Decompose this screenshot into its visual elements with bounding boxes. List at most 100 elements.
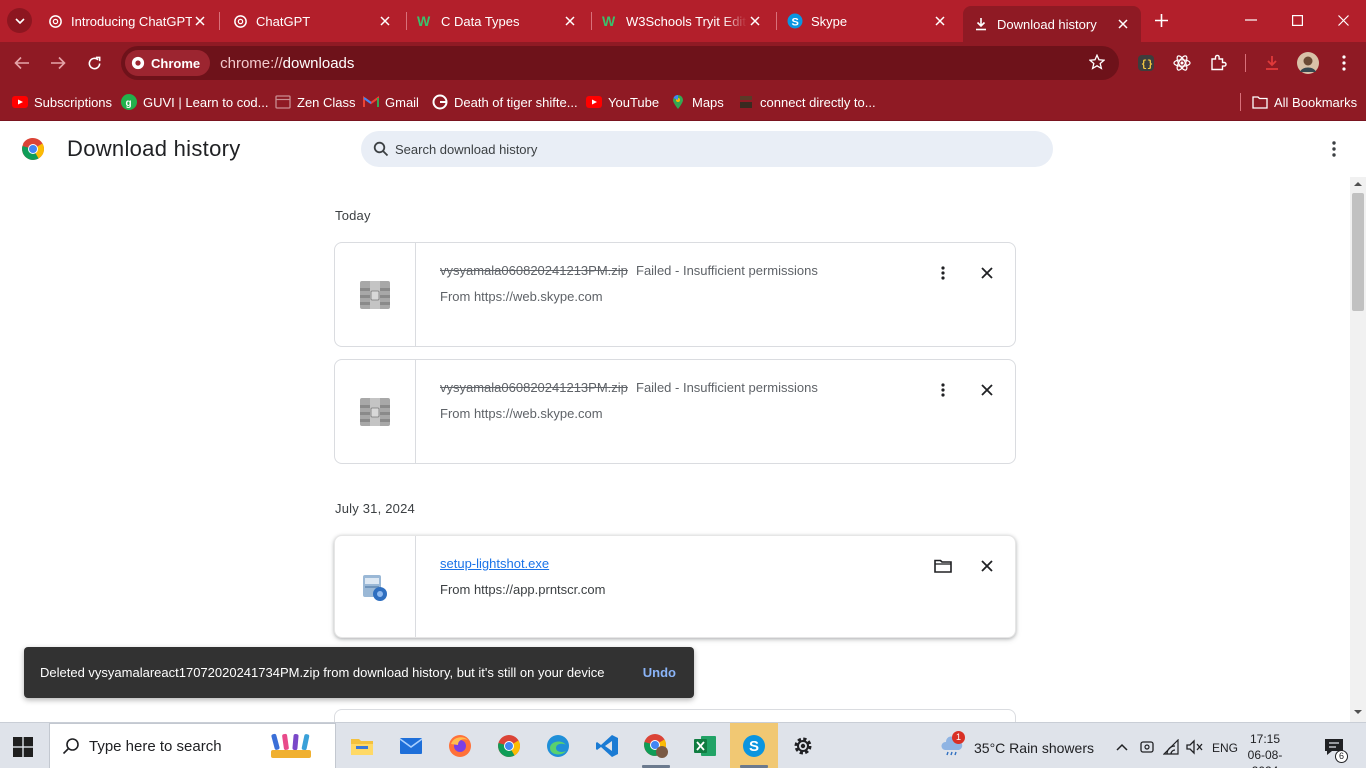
search-input[interactable] (395, 141, 995, 157)
extension-react-button[interactable] (1172, 53, 1192, 73)
search-download-history[interactable] (361, 131, 1053, 167)
taskbar-file-explorer[interactable] (338, 723, 386, 768)
taskbar-vscode[interactable] (583, 723, 631, 768)
bookmark-star-button[interactable] (1088, 53, 1106, 75)
mail-icon (399, 738, 423, 754)
tab-download-history[interactable]: Download history (963, 6, 1141, 42)
taskbar-search[interactable]: Type here to search (49, 723, 336, 768)
new-tab-button[interactable] (1152, 11, 1170, 29)
remove-from-list-button[interactable] (977, 263, 997, 283)
scroll-up-arrow-icon[interactable] (1353, 181, 1363, 187)
bookmark-gmail[interactable]: Gmail (363, 92, 419, 112)
item-more-actions-button[interactable] (933, 380, 953, 400)
chevron-down-icon (14, 17, 25, 24)
bookmark-death-of-tiger[interactable]: Death of tiger shifte... (432, 92, 578, 112)
bookmark-label: Death of tiger shifte... (454, 94, 578, 110)
tab-introducing-chatgpt[interactable]: Introducing ChatGPT (30, 0, 218, 42)
site-info-chip[interactable]: Chrome (125, 50, 211, 76)
extension-json-button[interactable]: {} (1136, 53, 1156, 73)
youtube-icon (586, 94, 602, 110)
bookmark-maps[interactable]: Maps (670, 92, 724, 112)
tab-chatgpt[interactable]: ChatGPT (215, 0, 403, 42)
taskbar-excel[interactable] (681, 723, 729, 768)
minimize-button[interactable] (1238, 8, 1264, 32)
chrome-menu-button[interactable] (1334, 53, 1354, 73)
forward-button[interactable] (47, 52, 69, 74)
close-tab-icon[interactable] (932, 13, 948, 29)
page-more-actions-button[interactable] (1325, 140, 1343, 158)
file-name-link[interactable]: setup-lightshot.exe (440, 556, 549, 571)
excel-icon (694, 736, 716, 756)
volume-muted-icon[interactable] (1186, 739, 1204, 755)
bookmark-subscriptions[interactable]: Subscriptions (12, 92, 112, 112)
taskbar-skype[interactable]: S (730, 723, 778, 768)
all-bookmarks-button[interactable]: All Bookmarks (1252, 92, 1357, 112)
chrome-icon (498, 735, 520, 757)
back-button[interactable] (11, 52, 33, 74)
file-icon-column (335, 243, 416, 346)
svg-text:{}: {} (1141, 59, 1153, 71)
clock[interactable]: 17:15 06-08-2024 (1238, 731, 1292, 768)
toast-message: Deleted vysyamalareact17072020241734PM.z… (40, 665, 605, 680)
taskbar-mail[interactable] (387, 723, 435, 768)
close-window-button[interactable] (1330, 8, 1356, 32)
page-icon (738, 94, 754, 110)
tab-skype[interactable]: S Skype (770, 0, 958, 42)
close-tab-icon[interactable] (1115, 16, 1131, 32)
bookmark-zen-class[interactable]: Zen Class (275, 92, 356, 112)
tab-c-data-types[interactable]: W C Data Types (400, 0, 588, 42)
bookmark-youtube[interactable]: YouTube (586, 92, 659, 112)
bookmark-label: Zen Class (297, 94, 356, 110)
tab-title: W3Schools Tryit Editor (626, 13, 747, 29)
archive-file-icon (360, 280, 390, 309)
bookmark-label: Gmail (385, 94, 419, 110)
remove-from-list-button[interactable] (977, 380, 997, 400)
close-tab-icon[interactable] (747, 13, 763, 29)
taskbar-edge[interactable] (534, 723, 582, 768)
address-bar[interactable]: Chrome chrome://downloads (121, 46, 1119, 80)
profile-avatar-button[interactable] (1297, 52, 1319, 74)
arrow-left-icon (14, 56, 29, 70)
plus-icon (1154, 13, 1168, 27)
weather-badge: 1 (952, 731, 965, 744)
show-in-folder-button[interactable] (933, 556, 953, 576)
download-status: Failed - Insufficient permissions (636, 263, 818, 278)
taskbar-firefox[interactable] (436, 723, 484, 768)
undo-button[interactable]: Undo (643, 665, 676, 680)
maximize-icon (1291, 14, 1303, 26)
puzzle-icon (1211, 54, 1227, 71)
language-indicator[interactable]: ENG (1212, 741, 1238, 755)
taskbar-chrome-profile[interactable] (632, 723, 680, 768)
remove-from-list-button[interactable] (977, 556, 997, 576)
extensions-button[interactable] (1208, 53, 1228, 73)
taskbar-chrome[interactable] (485, 723, 533, 768)
taskbar-settings[interactable] (779, 723, 827, 768)
tab-search-button[interactable] (7, 8, 32, 33)
weather-text[interactable]: 35°C Rain showers (974, 740, 1094, 756)
folder-icon (351, 739, 373, 755)
bookmark-separator (1240, 93, 1241, 111)
reload-button[interactable] (83, 52, 105, 74)
tab-title: ChatGPT (256, 13, 311, 29)
chevron-up-icon[interactable] (1116, 743, 1128, 751)
bookmark-connect-directly[interactable]: connect directly to... (738, 92, 876, 112)
close-tab-icon[interactable] (562, 13, 578, 29)
search-highlight-paintbrush-icon (271, 733, 311, 758)
windows-start-icon[interactable] (13, 737, 33, 757)
bookmark-label: connect directly to... (760, 94, 876, 110)
meet-now-icon[interactable] (1139, 739, 1155, 755)
edge-icon (547, 735, 569, 757)
tab-w3schools-tryit[interactable]: W W3Schools Tryit Editor (585, 0, 773, 42)
bookmark-guvi[interactable]: g GUVI | Learn to cod... (121, 92, 269, 112)
downloads-button[interactable] (1262, 53, 1282, 73)
openai-icon (47, 13, 63, 29)
item-more-actions-button[interactable] (933, 263, 953, 283)
close-tab-icon[interactable] (377, 13, 393, 29)
chrome-profile-icon (644, 734, 668, 758)
maximize-button[interactable] (1284, 8, 1310, 32)
wifi-icon[interactable] (1163, 739, 1181, 755)
scroll-down-arrow-icon[interactable] (1353, 709, 1363, 715)
scrollbar-thumb[interactable] (1352, 193, 1364, 311)
close-tab-icon[interactable] (192, 13, 208, 29)
clock-time: 17:15 (1249, 732, 1281, 746)
